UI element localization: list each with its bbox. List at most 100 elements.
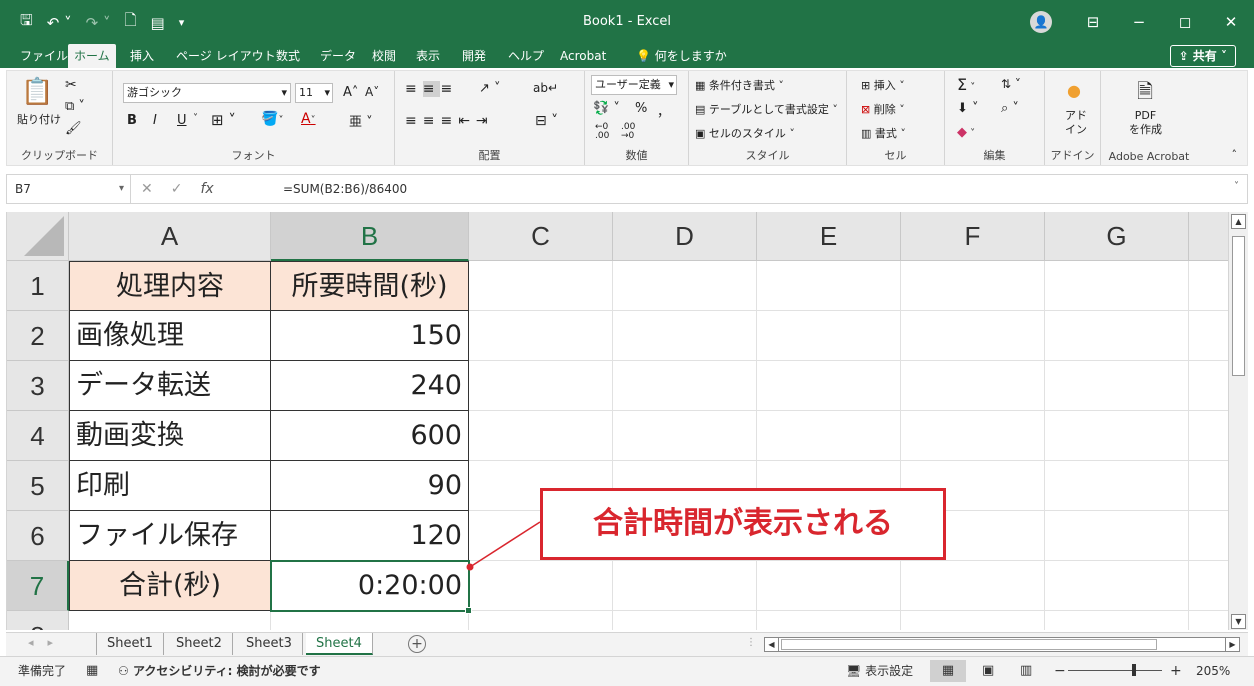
- shrink-font-button[interactable]: A˅: [365, 85, 379, 99]
- percent-button[interactable]: %: [635, 101, 647, 116]
- tab-help[interactable]: ヘルプ: [502, 44, 550, 68]
- empty-cell[interactable]: [757, 311, 901, 361]
- scroll-left-arrow-icon[interactable]: ◀: [765, 638, 779, 651]
- addins-icon[interactable]: ●: [1067, 81, 1081, 100]
- empty-cell[interactable]: [1189, 311, 1228, 361]
- increase-decimal-icon[interactable]: ←0.00: [595, 123, 609, 141]
- insert-function-icon[interactable]: fx: [200, 175, 213, 203]
- find-select-icon[interactable]: ⌕ ˅: [1001, 101, 1019, 116]
- copy-icon[interactable]: ⧉ ˅: [65, 99, 85, 114]
- empty-cell[interactable]: [1045, 611, 1189, 630]
- empty-cell[interactable]: [613, 611, 757, 630]
- cell-b6[interactable]: 120: [271, 511, 469, 561]
- empty-cell[interactable]: [469, 561, 613, 611]
- tab-developer[interactable]: 開発: [456, 44, 492, 68]
- display-settings-button[interactable]: 🖥 表示設定: [846, 657, 913, 685]
- tab-formulas[interactable]: 数式: [270, 44, 306, 68]
- row-header-1[interactable]: 1: [7, 261, 69, 311]
- row-header-6[interactable]: 6: [7, 511, 69, 561]
- cell-a6[interactable]: ファイル保存: [69, 511, 271, 561]
- decrease-decimal-icon[interactable]: .00 →0: [621, 123, 635, 141]
- empty-cell[interactable]: [469, 261, 613, 311]
- font-size-combo[interactable]: 11 ▾: [295, 83, 333, 103]
- tab-data[interactable]: データ: [314, 44, 362, 68]
- cell-b3[interactable]: 240: [271, 361, 469, 411]
- comma-button[interactable]: ，: [657, 101, 670, 120]
- tab-view[interactable]: 表示: [410, 44, 446, 68]
- sheet-tab-4[interactable]: Sheet4: [306, 633, 373, 655]
- horizontal-align-icons[interactable]: ≡≡≡⇤⇥: [405, 113, 494, 129]
- row-header-7[interactable]: 7: [7, 561, 69, 611]
- page-break-view-icon[interactable]: ▥: [1020, 657, 1032, 685]
- empty-cell[interactable]: [1189, 561, 1228, 611]
- empty-cell[interactable]: [901, 411, 1045, 461]
- zoom-level[interactable]: 205%: [1196, 657, 1230, 685]
- column-header-a[interactable]: A: [69, 212, 271, 261]
- cell-a4[interactable]: 動画変換: [69, 411, 271, 461]
- cell-b2[interactable]: 150: [271, 311, 469, 361]
- number-format-combo[interactable]: ユーザー定義 ▾: [591, 75, 677, 95]
- addins-button[interactable]: アド イン: [1065, 109, 1087, 137]
- empty-cell[interactable]: [469, 411, 613, 461]
- empty-cell[interactable]: [1045, 561, 1189, 611]
- empty-cell[interactable]: [1045, 361, 1189, 411]
- paste-button[interactable]: 貼り付け: [17, 111, 61, 127]
- scroll-right-arrow-icon[interactable]: ▶: [1225, 638, 1239, 651]
- empty-cell[interactable]: [1189, 361, 1228, 411]
- empty-cell[interactable]: [901, 261, 1045, 311]
- row-header-5[interactable]: 5: [7, 461, 69, 511]
- empty-cell[interactable]: [271, 611, 469, 630]
- sheet-tab-1[interactable]: Sheet1: [96, 633, 164, 655]
- cut-icon[interactable]: ✂: [65, 77, 77, 93]
- tab-review[interactable]: 校閲: [366, 44, 402, 68]
- cell-a3[interactable]: データ転送: [69, 361, 271, 411]
- empty-cell[interactable]: [469, 361, 613, 411]
- empty-cell[interactable]: [757, 261, 901, 311]
- clear-icon[interactable]: ◆ ˅: [957, 125, 975, 140]
- merge-center-icon[interactable]: ⊟ ˅: [535, 113, 558, 129]
- font-size-dropdown-icon[interactable]: ▾: [324, 84, 332, 102]
- row-header-3[interactable]: 3: [7, 361, 69, 411]
- cell-a7[interactable]: 合計(秒): [69, 561, 271, 611]
- row-header-4[interactable]: 4: [7, 411, 69, 461]
- empty-cell[interactable]: [1045, 511, 1189, 561]
- zoom-slider-thumb[interactable]: [1132, 664, 1136, 676]
- column-header-e[interactable]: E: [757, 212, 901, 261]
- zoom-in-icon[interactable]: +: [1170, 657, 1182, 685]
- sheet-nav-arrows-icon[interactable]: ◂▸: [28, 636, 67, 649]
- tab-acrobat[interactable]: Acrobat: [554, 44, 612, 68]
- empty-cell[interactable]: [613, 411, 757, 461]
- italic-button[interactable]: I: [153, 113, 157, 128]
- worksheet-grid[interactable]: A B C D E F G 1 2 3 4 5 6 7 8 処理内容 所要時間(…: [6, 212, 1228, 630]
- share-button[interactable]: ⇪ 共有 ˅: [1169, 45, 1236, 67]
- autosum-button[interactable]: Σ ˅: [957, 75, 975, 94]
- create-pdf-icon[interactable]: 🗎: [1137, 77, 1153, 111]
- empty-cell[interactable]: [613, 261, 757, 311]
- collapse-ribbon-icon[interactable]: ˄: [1232, 148, 1238, 161]
- empty-cell[interactable]: [901, 311, 1045, 361]
- empty-cell[interactable]: [1045, 411, 1189, 461]
- empty-cell[interactable]: [757, 411, 901, 461]
- empty-cell[interactable]: [901, 561, 1045, 611]
- phonetic-icon[interactable]: 亜 ˅: [349, 111, 373, 130]
- empty-cell[interactable]: [1189, 511, 1228, 561]
- tab-page-layout[interactable]: ページ レイアウト: [170, 44, 282, 68]
- underline-dropdown-icon[interactable]: ˅: [193, 113, 198, 124]
- column-header-f[interactable]: F: [901, 212, 1045, 261]
- column-header-c[interactable]: C: [469, 212, 613, 261]
- tab-file[interactable]: ファイル: [14, 44, 74, 68]
- empty-cell[interactable]: [613, 561, 757, 611]
- borders-icon[interactable]: ⊞ ˅: [211, 111, 236, 129]
- column-header-h[interactable]: [1189, 212, 1228, 261]
- empty-cell[interactable]: [1045, 461, 1189, 511]
- empty-cell[interactable]: [757, 361, 901, 411]
- empty-cell[interactable]: [757, 561, 901, 611]
- sort-filter-icon[interactable]: ⇅ ˅: [1001, 77, 1021, 91]
- empty-cell[interactable]: [1189, 411, 1228, 461]
- page-layout-view-icon[interactable]: ▣: [982, 657, 994, 685]
- insert-cells-button[interactable]: ⊞ 挿入 ˅: [861, 77, 905, 93]
- format-cells-button[interactable]: ▥ 書式 ˅: [861, 125, 906, 141]
- cell-b4[interactable]: 600: [271, 411, 469, 461]
- expand-formula-bar-icon[interactable]: ˅: [1234, 181, 1239, 192]
- name-box-dropdown-icon[interactable]: ▾: [119, 175, 124, 203]
